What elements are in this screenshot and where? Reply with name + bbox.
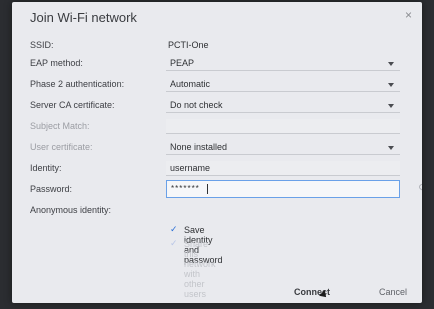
identity-field[interactable]: username xyxy=(166,161,400,176)
subject-match-label: Subject Match: xyxy=(30,121,90,131)
eap-method-value: PEAP xyxy=(170,58,195,68)
dialog-title: Join Wi-Fi network xyxy=(30,10,137,25)
eap-method-row: EAP method: PEAP xyxy=(30,56,404,74)
user-certificate-row: User certificate: None installed xyxy=(30,140,404,158)
subject-match-row: Subject Match: xyxy=(30,119,404,137)
password-value: ******* xyxy=(171,184,200,193)
chevron-down-icon xyxy=(388,62,394,66)
password-label: Password: xyxy=(30,184,73,194)
user-certificate-select[interactable]: None installed xyxy=(166,140,400,155)
phase2-value: Automatic xyxy=(170,79,211,89)
server-ca-select[interactable]: Do not check xyxy=(166,98,400,113)
user-certificate-label: User certificate: xyxy=(30,142,93,152)
phase2-select[interactable]: Automatic xyxy=(166,77,400,92)
checkmark-icon: ✓ xyxy=(170,238,178,248)
close-icon[interactable]: × xyxy=(405,8,412,22)
anonymous-identity-row: Anonymous identity: xyxy=(30,203,404,221)
identity-value: username xyxy=(170,163,211,173)
chevron-down-icon xyxy=(388,83,394,87)
checkmark-icon: ✓ xyxy=(170,224,178,234)
chevron-down-icon xyxy=(388,104,394,108)
ssid-value: PCTI-One xyxy=(168,40,209,50)
join-wifi-dialog: Join Wi-Fi network × SSID: PCTI-One EAP … xyxy=(12,2,422,303)
phase2-label: Phase 2 authentication: xyxy=(30,79,125,89)
password-field[interactable]: ******* xyxy=(166,180,422,198)
chevron-down-icon xyxy=(388,146,394,150)
eap-method-select[interactable]: PEAP xyxy=(166,56,400,71)
cancel-button[interactable]: Cancel xyxy=(379,287,407,297)
phase2-row: Phase 2 authentication: Automatic xyxy=(30,77,404,95)
server-ca-row: Server CA certificate: Do not check xyxy=(30,98,404,116)
subject-match-field[interactable] xyxy=(166,119,400,134)
eap-method-label: EAP method: xyxy=(30,58,83,68)
ssid-row: SSID: PCTI-One xyxy=(30,38,404,56)
identity-label: Identity: xyxy=(30,163,62,173)
text-caret xyxy=(207,184,208,194)
anonymous-identity-label: Anonymous identity: xyxy=(30,205,112,215)
ssid-label: SSID: xyxy=(30,40,54,50)
password-row: Password: ******* xyxy=(30,180,422,200)
server-ca-label: Server CA certificate: xyxy=(30,100,115,110)
identity-row: Identity: username xyxy=(30,161,404,179)
eye-icon[interactable] xyxy=(419,183,422,191)
user-certificate-value: None installed xyxy=(170,142,228,152)
share-network-label: Share this network with other users xyxy=(184,239,216,299)
server-ca-value: Do not check xyxy=(170,100,223,110)
